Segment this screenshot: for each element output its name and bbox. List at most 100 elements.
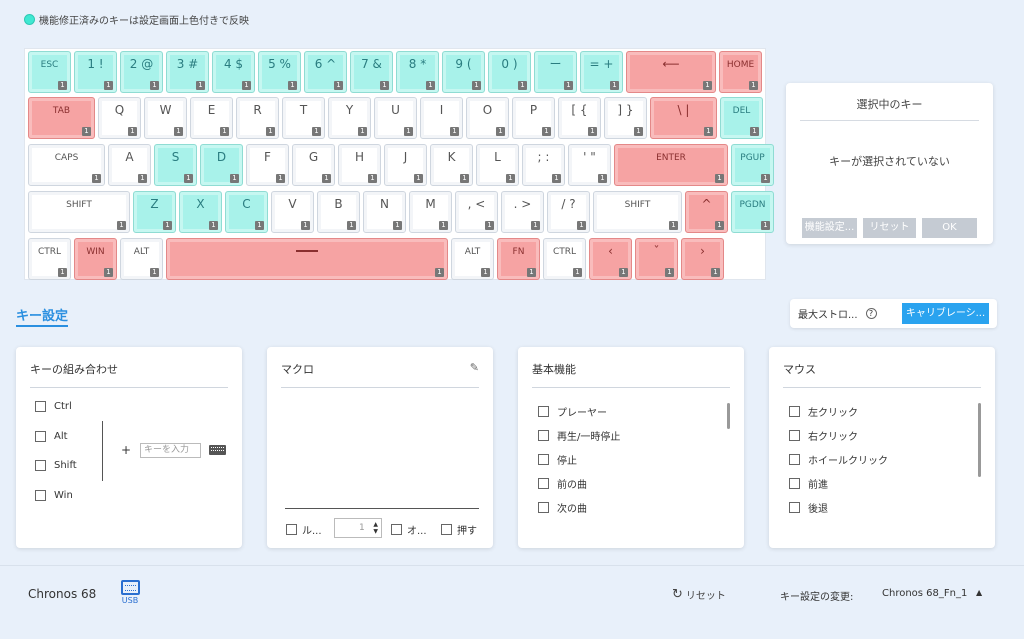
key-0-4[interactable]: 4 $ 1	[212, 51, 255, 93]
key-0-0[interactable]: ESC 1	[28, 51, 71, 93]
key-2-2[interactable]: S1	[154, 144, 197, 186]
key-0-3[interactable]: 3 # 1	[166, 51, 209, 93]
checkbox[interactable]	[35, 460, 46, 471]
modifier-win[interactable]: Win	[35, 490, 73, 501]
key-1-7[interactable]: U1	[374, 97, 417, 139]
checkbox[interactable]	[441, 524, 452, 535]
key-2-1[interactable]: A1	[108, 144, 151, 186]
checkbox[interactable]	[789, 406, 800, 417]
key-1-14[interactable]: DEL 1	[720, 97, 763, 139]
key-1-11[interactable]: [ {1	[558, 97, 601, 139]
key-4-1[interactable]: WIN 1	[74, 238, 117, 280]
basic-item[interactable]: 停止	[538, 452, 577, 467]
key-3-6[interactable]: N1	[363, 191, 406, 233]
function-settings-button[interactable]: 機能設定...	[802, 218, 857, 238]
key-0-12[interactable]: = + 1	[580, 51, 623, 93]
scrollbar[interactable]	[727, 403, 730, 429]
caret-up-icon[interactable]: ▲	[976, 588, 982, 597]
stepper-arrows-icon[interactable]: ▲ ▼	[373, 521, 378, 535]
key-4-8[interactable]: ˇ1	[635, 238, 678, 280]
key-4-3[interactable]: 1	[166, 238, 448, 280]
usb-connection[interactable]: USB	[120, 580, 140, 605]
other-option[interactable]: オ...	[391, 522, 427, 537]
help-icon[interactable]: ?	[865, 308, 877, 319]
basic-item[interactable]: 再生/一時停止	[538, 428, 620, 443]
key-2-4[interactable]: F1	[246, 144, 289, 186]
key-3-7[interactable]: M1	[409, 191, 452, 233]
key-2-9[interactable]: L1	[476, 144, 519, 186]
key-4-5[interactable]: FN 1	[497, 238, 540, 280]
key-1-10[interactable]: P1	[512, 97, 555, 139]
key-2-11[interactable]: ' " 1	[568, 144, 611, 186]
loop-option[interactable]: ル...	[286, 522, 322, 537]
key-3-0[interactable]: SHIFT 1	[28, 191, 130, 233]
checkbox[interactable]	[538, 478, 549, 489]
checkbox[interactable]	[789, 454, 800, 465]
key-0-9[interactable]: 9 (1	[442, 51, 485, 93]
key-3-12[interactable]: ^ 1	[685, 191, 728, 233]
basic-item[interactable]: プレーヤー	[538, 404, 607, 419]
key-1-9[interactable]: O1	[466, 97, 509, 139]
mouse-item[interactable]: 右クリック	[789, 428, 858, 443]
key-0-11[interactable]: ー1	[534, 51, 577, 93]
checkbox[interactable]	[789, 478, 800, 489]
checkbox[interactable]	[391, 524, 402, 535]
key-input-field[interactable]: キーを入力	[140, 443, 201, 458]
key-4-2[interactable]: ALT 1	[120, 238, 163, 280]
key-3-3[interactable]: C1	[225, 191, 268, 233]
key-0-6[interactable]: 6 ^ 1	[304, 51, 347, 93]
reset-button[interactable]: ↻ リセット	[672, 587, 726, 602]
key-0-8[interactable]: 8 * 1	[396, 51, 439, 93]
key-1-8[interactable]: I1	[420, 97, 463, 139]
checkbox[interactable]	[789, 502, 800, 513]
key-3-2[interactable]: X1	[179, 191, 222, 233]
scrollbar[interactable]	[978, 403, 981, 477]
basic-item[interactable]: 次の曲	[538, 500, 587, 515]
modifier-ctrl[interactable]: Ctrl	[35, 401, 72, 412]
key-1-3[interactable]: E1	[190, 97, 233, 139]
key-2-10[interactable]: ; : 1	[522, 144, 565, 186]
key-4-4[interactable]: ALT 1	[451, 238, 494, 280]
key-2-7[interactable]: J1	[384, 144, 427, 186]
key-3-8[interactable]: , < 1	[455, 191, 498, 233]
key-2-12[interactable]: ENTER 1	[614, 144, 728, 186]
key-0-14[interactable]: HOME 1	[719, 51, 762, 93]
key-1-6[interactable]: Y1	[328, 97, 371, 139]
key-1-12[interactable]: ] } 1	[604, 97, 647, 139]
checkbox[interactable]	[789, 430, 800, 441]
edit-pencil-icon[interactable]: ✎	[470, 361, 479, 374]
key-4-0[interactable]: CTRL 1	[28, 238, 71, 280]
key-2-0[interactable]: CAPS 1	[28, 144, 105, 186]
key-0-1[interactable]: 1 ! 1	[74, 51, 117, 93]
mouse-item[interactable]: 後退	[789, 500, 828, 515]
checkbox[interactable]	[538, 454, 549, 465]
checkbox[interactable]	[538, 430, 549, 441]
profile-selector[interactable]: Chronos 68_Fn_1	[882, 588, 967, 599]
checkbox[interactable]	[538, 502, 549, 513]
modifier-shift[interactable]: Shift	[35, 460, 77, 471]
key-2-3[interactable]: D1	[200, 144, 243, 186]
key-1-5[interactable]: T1	[282, 97, 325, 139]
mouse-item[interactable]: 左クリック	[789, 404, 858, 419]
key-3-10[interactable]: / ? 1	[547, 191, 590, 233]
key-0-10[interactable]: 0 ) 1	[488, 51, 531, 93]
checkbox[interactable]	[286, 524, 297, 535]
key-3-5[interactable]: B1	[317, 191, 360, 233]
key-2-8[interactable]: K1	[430, 144, 473, 186]
mouse-item[interactable]: 前進	[789, 476, 828, 491]
checkbox[interactable]	[538, 406, 549, 417]
calibration-button[interactable]: キャリブレーシ...	[902, 303, 989, 324]
key-4-9[interactable]: › 1	[681, 238, 724, 280]
repeat-count-stepper[interactable]: 1 ▲ ▼	[334, 518, 382, 538]
key-settings-tab[interactable]: キー設定	[16, 305, 69, 327]
checkbox[interactable]	[35, 431, 46, 442]
keyboard-icon[interactable]	[209, 445, 226, 455]
key-1-1[interactable]: Q1	[98, 97, 141, 139]
key-3-9[interactable]: . > 1	[501, 191, 544, 233]
mouse-item[interactable]: ホイールクリック	[789, 452, 888, 467]
key-2-6[interactable]: H1	[338, 144, 381, 186]
reset-key-button[interactable]: リセット	[863, 218, 916, 238]
checkbox[interactable]	[35, 490, 46, 501]
key-3-11[interactable]: SHIFT 1	[593, 191, 682, 233]
key-2-5[interactable]: G1	[292, 144, 335, 186]
